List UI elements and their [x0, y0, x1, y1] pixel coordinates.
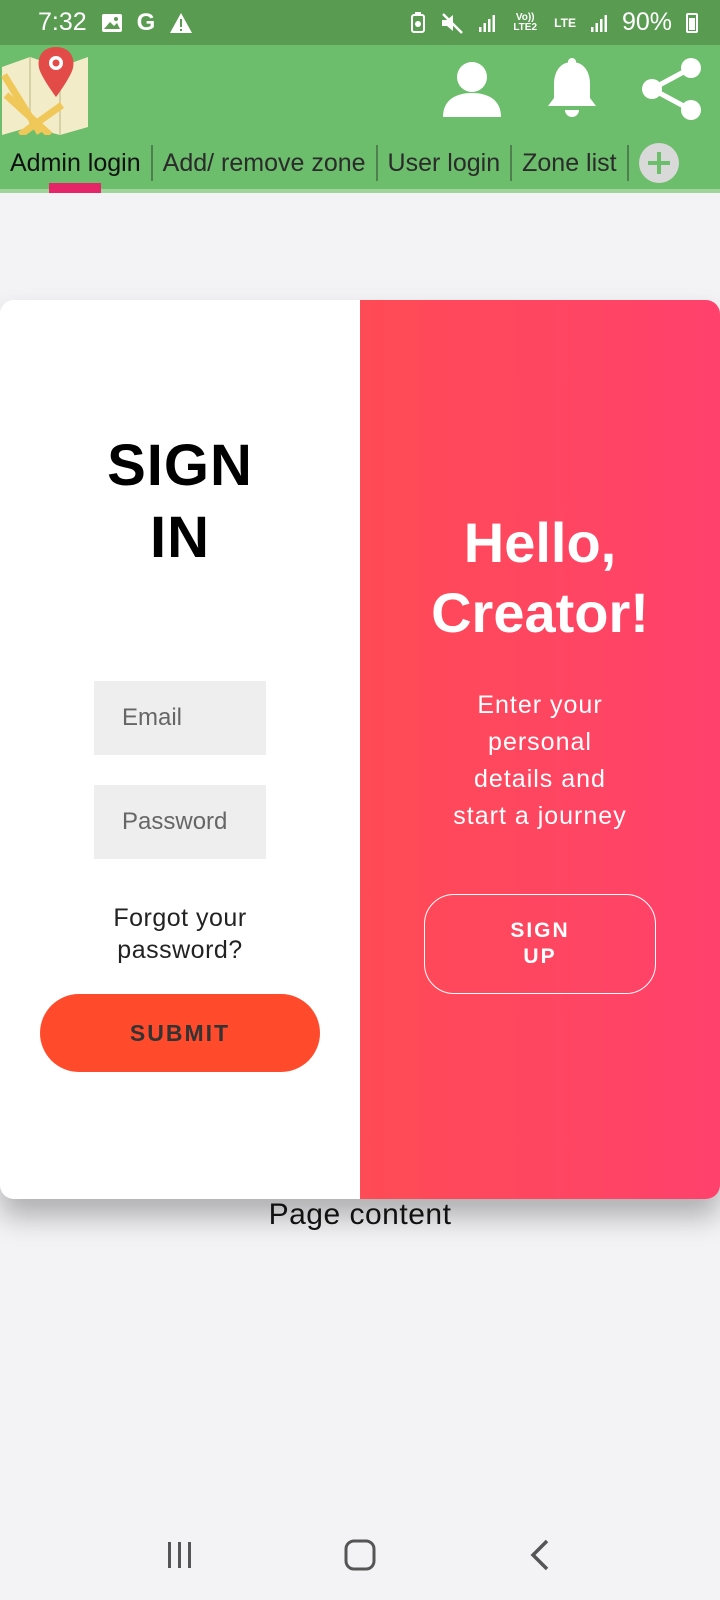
submit-button[interactable]: SUBMIT [40, 994, 320, 1072]
tab-admin-login[interactable]: Admin login [0, 137, 151, 189]
forgot-line1: Forgot your [113, 904, 247, 932]
welcome-subtitle: Enter your personal details and start a … [420, 687, 660, 835]
signin-title-line2: IN [150, 505, 210, 570]
image-icon [101, 13, 123, 33]
battery-icon [686, 12, 698, 33]
tab-add-remove-zone[interactable]: Add/ remove zone [153, 137, 376, 189]
google-icon: G [136, 8, 156, 36]
mute-icon [440, 12, 464, 34]
welcome-subtitle-line: details and [474, 765, 606, 793]
battery-text: 90% [621, 8, 672, 36]
bell-icon[interactable] [540, 57, 604, 121]
status-bar: 7:32 G Vo)) LTE2 LTE 90% [0, 0, 720, 45]
forgot-password-link[interactable]: Forgot your password? [0, 902, 360, 966]
volte-icon: Vo)) LTE2 [510, 11, 540, 33]
home-icon[interactable] [330, 1525, 390, 1585]
email-field[interactable] [94, 681, 266, 755]
welcome-panel: Hello, Creator! Enter your personal deta… [360, 300, 720, 1199]
welcome-subtitle-line: start a journey [453, 802, 627, 830]
auth-card: SIGN IN Forgot your password? SUBMIT Hel… [0, 300, 720, 1199]
forgot-line2: password? [117, 936, 243, 964]
user-icon[interactable] [440, 57, 504, 121]
welcome-subtitle-line: personal [488, 728, 592, 756]
welcome-title-line1: Hello, [463, 511, 617, 574]
tab-bar: Admin login Add/ remove zone User login … [0, 137, 720, 189]
share-icon[interactable] [640, 57, 704, 121]
back-icon[interactable] [510, 1525, 570, 1585]
signal-icon [478, 13, 496, 33]
lte-label: LTE [554, 15, 576, 30]
signal-icon-2 [590, 13, 608, 33]
cast-icon [410, 11, 426, 34]
signup-line2: UP [523, 945, 557, 968]
system-nav-bar [0, 1510, 720, 1600]
signup-line1: SIGN [510, 919, 570, 942]
add-tab-button[interactable] [638, 143, 679, 183]
warning-icon [169, 12, 193, 34]
welcome-title: Hello, Creator! [360, 508, 720, 648]
map-logo-icon[interactable] [0, 45, 92, 138]
plus-icon [647, 152, 670, 174]
tab-user-login[interactable]: User login [378, 137, 511, 189]
signin-title: SIGN IN [0, 430, 360, 574]
volte-label: Vo)) LTE2 [513, 11, 538, 33]
app-bar: Admin login Add/ remove zone User login … [0, 45, 720, 193]
top-icons [440, 57, 704, 121]
password-field[interactable] [94, 785, 266, 859]
welcome-subtitle-line: Enter your [477, 691, 603, 719]
status-time: 7:32 [38, 8, 87, 36]
tab-divider [626, 145, 629, 181]
sign-up-button[interactable]: SIGN UP [424, 894, 656, 994]
tab-zone-list[interactable]: Zone list [512, 137, 626, 189]
signin-title-line1: SIGN [107, 433, 253, 498]
status-left: 7:32 G [38, 8, 193, 37]
page-content-label: Page content [268, 1198, 452, 1231]
status-right: Vo)) LTE2 LTE 90% [410, 8, 698, 37]
welcome-title-line2: Creator! [431, 581, 649, 644]
recent-apps-icon[interactable] [150, 1525, 210, 1585]
lte-icon: LTE [554, 16, 576, 30]
signin-panel: SIGN IN Forgot your password? SUBMIT [0, 300, 360, 1199]
